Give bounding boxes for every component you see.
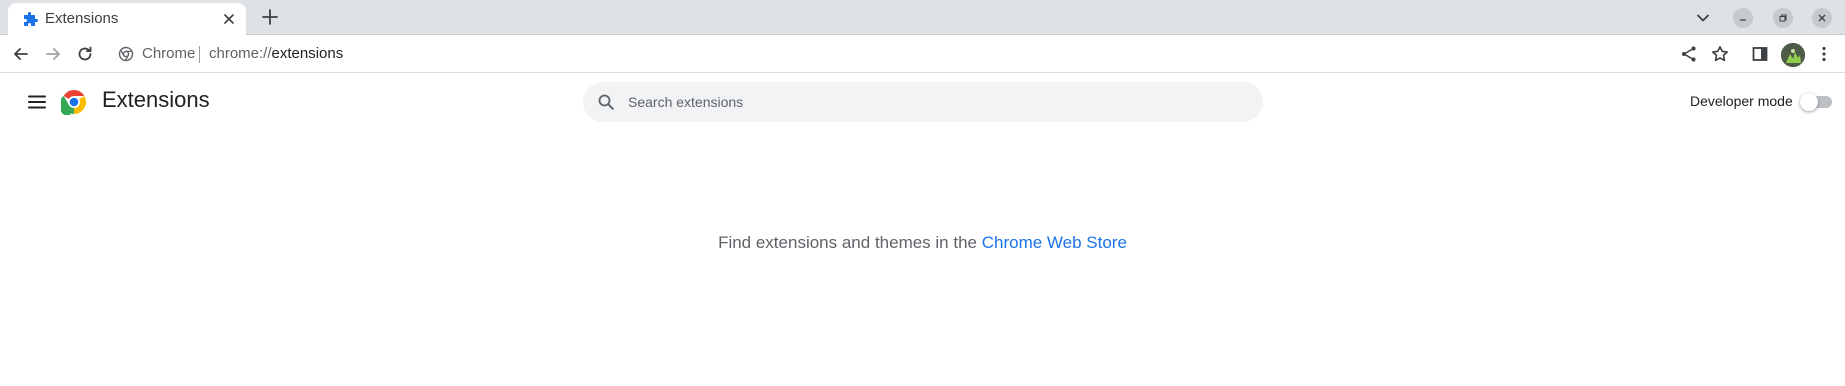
tab-title: Extensions	[45, 10, 119, 27]
chrome-web-store-link[interactable]: Chrome Web Store	[982, 233, 1127, 252]
puzzle-icon	[22, 12, 38, 28]
side-panel-icon[interactable]	[1750, 44, 1770, 64]
tab-strip: Extensions	[0, 0, 1845, 35]
extensions-header: Extensions Developer mode	[0, 74, 1845, 132]
search-input[interactable]	[628, 82, 1238, 122]
close-icon[interactable]	[220, 10, 238, 28]
restore-icon[interactable]	[1773, 8, 1793, 28]
empty-state-message: Find extensions and themes in the Chrome…	[0, 233, 1845, 253]
page-title: Extensions	[102, 87, 210, 112]
omnibox-divider	[199, 46, 200, 63]
star-icon[interactable]	[1710, 44, 1730, 64]
developer-mode-label: Developer mode	[1690, 93, 1793, 109]
chrome-site-icon	[118, 46, 134, 62]
forward-icon[interactable]	[43, 44, 63, 64]
tab-extensions[interactable]: Extensions	[8, 3, 246, 35]
search-field[interactable]	[583, 82, 1263, 122]
minimize-icon[interactable]	[1733, 8, 1753, 28]
back-icon[interactable]	[11, 44, 31, 64]
profile-avatar[interactable]	[1781, 43, 1805, 67]
hamburger-icon[interactable]	[26, 93, 48, 111]
share-icon[interactable]	[1679, 44, 1699, 64]
chrome-logo-icon	[59, 89, 87, 117]
chevron-down-icon[interactable]	[1693, 8, 1713, 28]
empty-state-text: Find extensions and themes in the	[718, 233, 982, 252]
site-chip-label: Chrome	[142, 45, 196, 62]
plus-icon[interactable]	[260, 7, 280, 27]
url-text[interactable]: chrome://extensions	[209, 45, 343, 62]
reload-icon[interactable]	[75, 44, 95, 64]
search-icon	[597, 93, 615, 111]
url-scheme: chrome://	[209, 45, 272, 62]
address-bar[interactable]: Chrome chrome://extensions	[108, 39, 1703, 69]
url-path: extensions	[271, 45, 344, 62]
window-close-icon[interactable]	[1812, 8, 1832, 28]
toggle-knob	[1800, 93, 1818, 111]
browser-toolbar: Chrome chrome://extensions	[0, 35, 1845, 73]
menu-icon[interactable]	[1814, 44, 1834, 64]
developer-mode-toggle[interactable]	[1800, 93, 1834, 111]
